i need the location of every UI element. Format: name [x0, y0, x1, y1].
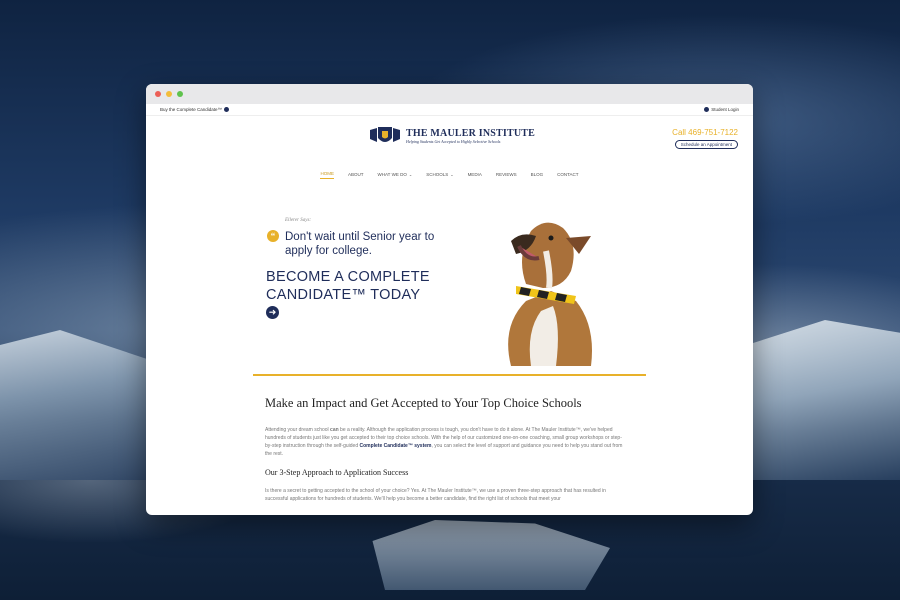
arrow-circle-icon — [224, 107, 230, 112]
main-nav: HOME ABOUT WHAT WE DO ⌄ SCHOOLS ⌄ MEDIA RE… — [146, 164, 753, 186]
buy-link[interactable]: Buy the Complete Candidate™ — [160, 107, 230, 112]
nav-item-what-we-do[interactable]: WHAT WE DO ⌄ — [377, 172, 412, 179]
hero-divider — [253, 374, 646, 376]
user-icon — [704, 107, 710, 112]
student-login-link[interactable]: Student Login — [704, 107, 739, 112]
hero-section: Ellerer Says: “ Don't wait until Senior … — [146, 186, 753, 376]
student-login-label: Student Login — [711, 107, 739, 112]
approach-heading: Our 3-Step Approach to Application Succe… — [265, 468, 409, 477]
three-step-link[interactable]: three-step approach — [518, 488, 563, 494]
intro-paragraph: Attending your dream school can be a rea… — [265, 427, 623, 457]
chevron-down-icon: ⌄ — [450, 171, 454, 177]
main-content: Make an Impact and Get Accepted to Your … — [146, 376, 753, 503]
complete-candidate-link[interactable]: Complete Candidate™ system — [360, 443, 432, 449]
site-logo[interactable]: THE MAULER INSTITUTE Helping Students Ge… — [368, 126, 535, 146]
nav-item-schools[interactable]: SCHOOLS ⌄ — [426, 172, 453, 179]
logo-tagline: Helping Students Get Accepted to Highly … — [406, 139, 501, 144]
site-header: THE MAULER INSTITUTE Helping Students Ge… — [146, 116, 753, 156]
browser-titlebar — [146, 84, 753, 104]
iceberg-right — [750, 320, 900, 480]
browser-window: Buy the Complete Candidate™ Student Logi… — [146, 84, 753, 515]
nav-item-reviews[interactable]: REVIEWS — [496, 172, 517, 179]
dog-photo — [508, 222, 592, 366]
nav-item-home[interactable]: HOME — [320, 171, 334, 179]
nav-item-about[interactable]: ABOUT — [348, 172, 364, 179]
arrow-right-icon[interactable]: ➜ — [266, 306, 279, 319]
hero-quote: Don't wait until Senior year to apply fo… — [285, 231, 435, 257]
iceberg-left — [0, 330, 150, 480]
quote-attribution: Ellerer Says: — [285, 218, 312, 223]
phone-link[interactable]: Call 469-751-7122 — [672, 128, 738, 137]
chevron-down-icon: ⌄ — [408, 171, 413, 177]
crest-icon — [370, 127, 400, 142]
approach-paragraph: Is there a secret to getting accepted to… — [265, 488, 606, 502]
buy-link-label: Buy the Complete Candidate™ — [160, 107, 223, 112]
nav-item-blog[interactable]: BLOG — [531, 172, 544, 179]
utility-bar: Buy the Complete Candidate™ Student Logi… — [146, 104, 753, 116]
schedule-appointment-button[interactable]: Schedule an Appointment — [674, 140, 738, 149]
nav-item-media[interactable]: MEDIA — [468, 172, 482, 179]
close-dot-icon[interactable] — [155, 91, 161, 97]
logo-name: THE MAULER INSTITUTE — [406, 128, 536, 139]
quote-mark-icon: “ — [267, 230, 279, 242]
hero-cta-heading[interactable]: BECOME A COMPLETE CANDIDATE™ TODAY — [266, 268, 456, 304]
minimize-dot-icon[interactable] — [166, 91, 172, 97]
nav-item-contact[interactable]: CONTACT — [557, 172, 578, 179]
content-heading: Make an Impact and Get Accepted to Your … — [265, 396, 582, 410]
maximize-dot-icon[interactable] — [177, 91, 183, 97]
iceberg-bottom — [372, 520, 610, 590]
